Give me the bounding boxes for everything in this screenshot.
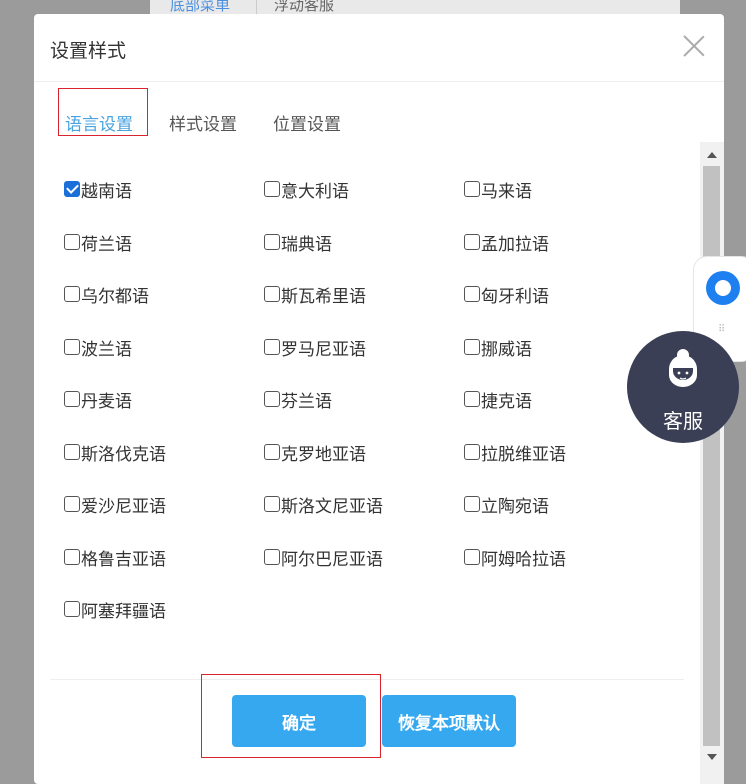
language-label: 捷克语 (481, 391, 532, 412)
language-option-slovenian[interactable]: 斯洛文尼亚语 (264, 492, 383, 517)
language-option-estonian[interactable]: 爱沙尼亚语 (64, 492, 166, 517)
ok-button[interactable]: 确定 (232, 695, 366, 747)
scroll-down-arrow-icon[interactable] (707, 754, 717, 760)
checkbox[interactable] (264, 496, 280, 512)
customer-service-avatar-icon (669, 349, 697, 387)
checkbox[interactable] (64, 549, 80, 565)
checkbox[interactable] (64, 391, 80, 407)
language-list: 越南语 意大利语 马来语 荷兰语 瑞典语 孟加拉语 乌尔都语 斯瓦希里语 匈牙利… (34, 142, 724, 672)
language-label: 阿尔巴尼亚语 (281, 549, 383, 570)
language-option-urdu[interactable]: 乌尔都语 (64, 282, 149, 307)
style-settings-dialog: 设置样式 语言设置 样式设置 位置设置 越南语 意大利语 马来语 荷兰语 瑞典语 (34, 14, 724, 784)
checkbox[interactable] (464, 234, 480, 250)
language-option-finnish[interactable]: 芬兰语 (264, 387, 332, 412)
checkbox[interactable] (464, 496, 480, 512)
language-option-malay[interactable]: 马来语 (464, 177, 532, 202)
language-label: 斯洛伐克语 (81, 444, 166, 465)
checkbox[interactable] (64, 234, 80, 250)
language-option-dutch[interactable]: 荷兰语 (64, 230, 132, 255)
checkbox[interactable] (64, 181, 80, 197)
language-option-azerbaijani[interactable]: 阿塞拜疆语 (64, 597, 166, 622)
scrollbar[interactable] (700, 142, 724, 784)
checkbox[interactable] (464, 391, 480, 407)
language-option-albanian[interactable]: 阿尔巴尼亚语 (264, 545, 383, 570)
language-option-georgian[interactable]: 格鲁吉亚语 (64, 545, 166, 570)
customer-service-button[interactable]: 客服 (627, 331, 739, 443)
checkbox[interactable] (264, 286, 280, 302)
language-label: 瑞典语 (281, 234, 332, 255)
language-label: 阿姆哈拉语 (481, 549, 566, 570)
language-label: 爱沙尼亚语 (81, 496, 166, 517)
language-label: 芬兰语 (281, 391, 332, 412)
language-label: 匈牙利语 (481, 286, 549, 307)
tab-position-settings[interactable]: 位置设置 (273, 110, 341, 135)
checkbox[interactable] (264, 234, 280, 250)
language-label: 克罗地亚语 (281, 444, 366, 465)
language-label: 斯瓦希里语 (281, 286, 366, 307)
checkbox[interactable] (464, 339, 480, 355)
language-label: 乌尔都语 (81, 286, 149, 307)
language-option-vietnamese[interactable]: 越南语 (64, 177, 132, 202)
language-option-danish[interactable]: 丹麦语 (64, 387, 132, 412)
checkbox[interactable] (264, 391, 280, 407)
checkbox[interactable] (64, 444, 80, 460)
drag-handle-icon[interactable]: ⠿ (718, 325, 730, 339)
checkbox[interactable] (64, 286, 80, 302)
dialog-title: 设置样式 (50, 40, 127, 62)
checkbox[interactable] (264, 181, 280, 197)
checkbox[interactable] (464, 181, 480, 197)
language-label: 格鲁吉亚语 (81, 549, 166, 570)
language-label: 立陶宛语 (481, 496, 549, 517)
language-option-lithuanian[interactable]: 立陶宛语 (464, 492, 549, 517)
scroll-up-arrow-icon[interactable] (707, 152, 717, 158)
language-option-czech[interactable]: 捷克语 (464, 387, 532, 412)
language-label: 波兰语 (81, 339, 132, 360)
language-label: 孟加拉语 (481, 234, 549, 255)
checkbox[interactable] (264, 444, 280, 460)
tab-style-settings[interactable]: 样式设置 (169, 110, 237, 135)
language-option-italian[interactable]: 意大利语 (264, 177, 349, 202)
language-label: 斯洛文尼亚语 (281, 496, 383, 517)
checkbox[interactable] (264, 549, 280, 565)
language-label: 丹麦语 (81, 391, 132, 412)
scrollbar-thumb[interactable] (703, 166, 720, 746)
bg-tab-bottom-menu[interactable]: 底部菜单 (170, 0, 230, 15)
checkbox[interactable] (64, 339, 80, 355)
language-label: 阿塞拜疆语 (81, 601, 166, 622)
settings-tabs: 语言设置 样式设置 位置设置 (49, 88, 724, 142)
language-option-polish[interactable]: 波兰语 (64, 335, 132, 360)
language-option-swedish[interactable]: 瑞典语 (264, 230, 332, 255)
language-label: 越南语 (81, 181, 132, 202)
checkbox[interactable] (64, 601, 80, 617)
close-icon[interactable] (682, 34, 706, 58)
restore-default-button[interactable]: 恢复本项默认 (382, 695, 516, 747)
language-label: 马来语 (481, 181, 532, 202)
checkbox[interactable] (264, 339, 280, 355)
language-option-romanian[interactable]: 罗马尼亚语 (264, 335, 366, 360)
chat-bubble-icon[interactable] (706, 271, 740, 305)
tab-language-settings[interactable]: 语言设置 (65, 110, 133, 135)
language-label: 罗马尼亚语 (281, 339, 366, 360)
customer-service-label: 客服 (663, 409, 703, 433)
language-option-croatian[interactable]: 克罗地亚语 (264, 440, 366, 465)
language-label: 荷兰语 (81, 234, 132, 255)
language-option-slovak[interactable]: 斯洛伐克语 (64, 440, 166, 465)
checkbox[interactable] (464, 286, 480, 302)
language-label: 拉脱维亚语 (481, 444, 566, 465)
language-option-amharic[interactable]: 阿姆哈拉语 (464, 545, 566, 570)
language-option-latvian[interactable]: 拉脱维亚语 (464, 440, 566, 465)
checkbox[interactable] (464, 444, 480, 460)
language-label: 挪威语 (481, 339, 532, 360)
checkbox[interactable] (464, 549, 480, 565)
language-option-hungarian[interactable]: 匈牙利语 (464, 282, 549, 307)
bg-tab-floating-service[interactable]: 浮动客服 (274, 0, 334, 15)
language-option-norwegian[interactable]: 挪威语 (464, 335, 532, 360)
language-option-swahili[interactable]: 斯瓦希里语 (264, 282, 366, 307)
title-divider (34, 81, 724, 82)
language-label: 意大利语 (281, 181, 349, 202)
checkbox[interactable] (64, 496, 80, 512)
language-option-bengali[interactable]: 孟加拉语 (464, 230, 549, 255)
